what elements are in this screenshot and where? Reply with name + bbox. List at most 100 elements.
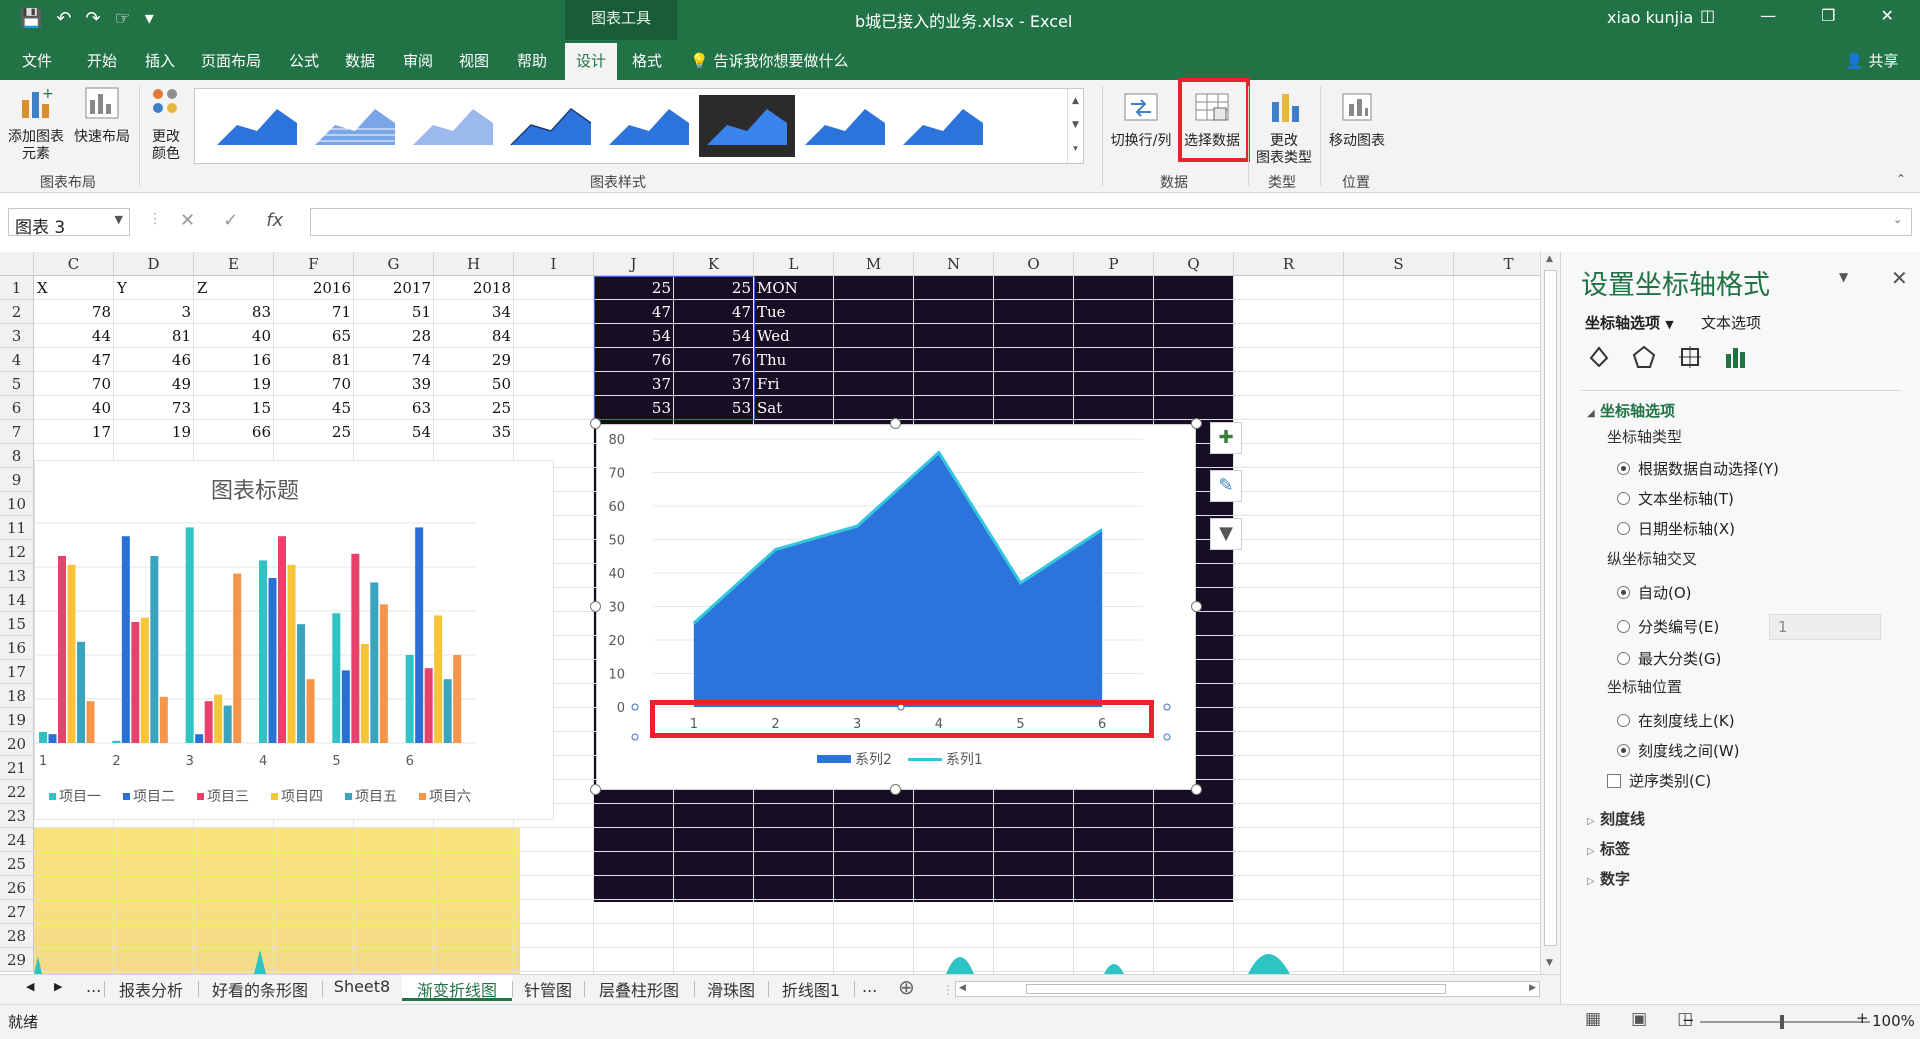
vertical-scroll-thumb[interactable] <box>1544 270 1557 946</box>
row-header-5[interactable]: 5 <box>0 372 34 396</box>
scroll-up-icon[interactable]: ▲ <box>1546 254 1553 264</box>
table-cell[interactable]: 70 <box>277 372 351 396</box>
row-header-27[interactable]: 27 <box>0 900 34 924</box>
undo-icon[interactable]: ↶ <box>56 8 71 29</box>
enter-icon[interactable]: ✓ <box>223 210 238 231</box>
area-chart-legend[interactable]: 系列2 系列1 <box>817 749 983 769</box>
axis-selection-handle[interactable] <box>1163 703 1171 711</box>
table-header-cell[interactable]: 2017 <box>357 276 431 300</box>
radio-date-axis[interactable]: 日期坐标轴(X) <box>1617 518 1735 539</box>
bar-项目五[interactable] <box>370 582 379 743</box>
row-header-26[interactable]: 26 <box>0 876 34 900</box>
tab-review[interactable]: 审阅 <box>403 50 433 71</box>
table-cell[interactable]: 83 <box>197 300 271 324</box>
chart-style-4[interactable] <box>503 95 599 157</box>
row-header-11[interactable]: 11 <box>0 516 34 540</box>
sheet-tab[interactable]: Sheet8 <box>322 977 402 996</box>
column-header-M[interactable]: M <box>834 252 914 276</box>
column-header-O[interactable]: O <box>994 252 1074 276</box>
table-cell[interactable]: 65 <box>277 324 351 348</box>
scroll-down-icon[interactable]: ▼ <box>1546 958 1553 968</box>
normal-view-icon[interactable]: ▦ <box>1585 1009 1601 1029</box>
table-header-cell[interactable]: Z <box>197 276 271 300</box>
table-cell[interactable]: 34 <box>437 300 511 324</box>
sheet-tab[interactable]: 折线图1 <box>768 977 854 1001</box>
prev-sheet-icon[interactable]: ◀ <box>26 980 34 993</box>
table-cell[interactable]: 66 <box>197 420 271 444</box>
table-cell[interactable]: 78 <box>37 300 111 324</box>
legend-item[interactable]: 项目二 <box>123 786 175 806</box>
section-labels[interactable]: ▷ 标签 <box>1587 838 1630 859</box>
table-cell[interactable]: 17 <box>37 420 111 444</box>
resize-handle[interactable] <box>590 418 601 429</box>
collapse-ribbon-icon[interactable]: ⌃ <box>1896 172 1906 186</box>
checkbox-reverse-categories[interactable]: 逆序类别(C) <box>1607 770 1711 791</box>
table-cell[interactable]: 25 <box>277 420 351 444</box>
tab-home[interactable]: 开始 <box>87 50 117 71</box>
column-header-I[interactable]: I <box>514 252 594 276</box>
legend-item[interactable]: 项目四 <box>271 786 323 806</box>
table-cell[interactable]: 25 <box>437 396 511 420</box>
touch-mode-icon[interactable]: ☞ <box>115 8 131 29</box>
column-header-G[interactable]: G <box>354 252 434 276</box>
change-colors-button[interactable]: 更改 颜色 <box>142 86 190 163</box>
category-number-input[interactable]: 1 <box>1769 614 1881 640</box>
save-icon[interactable]: 💾 <box>20 8 42 29</box>
restore-icon[interactable]: ❐ <box>1821 6 1835 25</box>
add-chart-element-button[interactable]: + 添加图表 元素 <box>4 86 68 163</box>
row-header-6[interactable]: 6 <box>0 396 34 420</box>
table-cell[interactable]: Wed <box>757 324 831 348</box>
table-cell[interactable]: Tue <box>757 300 831 324</box>
bar-项目一[interactable] <box>332 613 341 743</box>
chart-elements-button[interactable]: ✚ <box>1210 422 1242 454</box>
ribbon-display-options-icon[interactable]: ◫ <box>1700 6 1715 25</box>
horizontal-scroll-thumb[interactable] <box>1026 984 1446 994</box>
column-header-S[interactable]: S <box>1344 252 1454 276</box>
bar-项目二[interactable] <box>341 670 350 743</box>
table-cell[interactable]: 15 <box>197 396 271 420</box>
bar-项目三[interactable] <box>351 553 360 743</box>
gallery-up-icon[interactable]: ▲ <box>1068 89 1083 113</box>
row-header-18[interactable]: 18 <box>0 684 34 708</box>
table-cell[interactable]: Fri <box>757 372 831 396</box>
chart-styles-gallery[interactable]: ▲ ▼ ▾ <box>194 88 1084 164</box>
insert-function-icon[interactable]: fx <box>266 210 283 231</box>
table-cell[interactable]: 50 <box>437 372 511 396</box>
bar-项目六[interactable] <box>159 696 168 743</box>
tab-text-options[interactable]: 文本选项 <box>1701 312 1761 333</box>
vertical-scrollbar[interactable]: ▲ ▼ <box>1540 252 1560 974</box>
effects-icon[interactable] <box>1631 344 1657 370</box>
sheet-tab[interactable]: 报表分析 <box>104 977 198 1001</box>
resize-handle[interactable] <box>590 601 601 612</box>
table-cell[interactable]: 19 <box>197 372 271 396</box>
gallery-more-icon[interactable]: ▾ <box>1068 137 1083 161</box>
row-header-19[interactable]: 19 <box>0 708 34 732</box>
resize-handle[interactable] <box>1191 784 1202 795</box>
chart-style-1[interactable] <box>209 95 305 157</box>
resize-handle[interactable] <box>590 784 601 795</box>
table-cell[interactable]: 54 <box>357 420 431 444</box>
bar-项目四[interactable] <box>67 564 76 743</box>
row-header-20[interactable]: 20 <box>0 732 34 756</box>
table-cell[interactable]: 51 <box>357 300 431 324</box>
column-header-D[interactable]: D <box>114 252 194 276</box>
name-box-dropdown-icon[interactable]: ▼ <box>115 213 123 226</box>
bar-项目一[interactable] <box>405 655 414 743</box>
sheet-tab[interactable]: 针管图 <box>512 977 584 1001</box>
minimize-icon[interactable]: — <box>1760 6 1776 25</box>
bar-项目二[interactable] <box>48 734 57 743</box>
row-header-8[interactable]: 8 <box>0 444 34 468</box>
table-cell[interactable]: 35 <box>437 420 511 444</box>
row-header-14[interactable]: 14 <box>0 588 34 612</box>
tab-view[interactable]: 视图 <box>459 50 489 71</box>
bar-项目五[interactable] <box>223 705 232 743</box>
name-box[interactable]: 图表 3 ▼ <box>8 208 130 238</box>
row-header-25[interactable]: 25 <box>0 852 34 876</box>
bar-项目四[interactable] <box>140 617 149 743</box>
radio-auto-select[interactable]: 根据数据自动选择(Y) <box>1617 458 1779 479</box>
table-cell[interactable]: 47 <box>37 348 111 372</box>
bar-项目四[interactable] <box>214 694 223 743</box>
horizontal-scrollbar[interactable]: ◀ ▶ <box>955 981 1540 997</box>
chart-style-3[interactable] <box>405 95 501 157</box>
column-header-P[interactable]: P <box>1074 252 1154 276</box>
